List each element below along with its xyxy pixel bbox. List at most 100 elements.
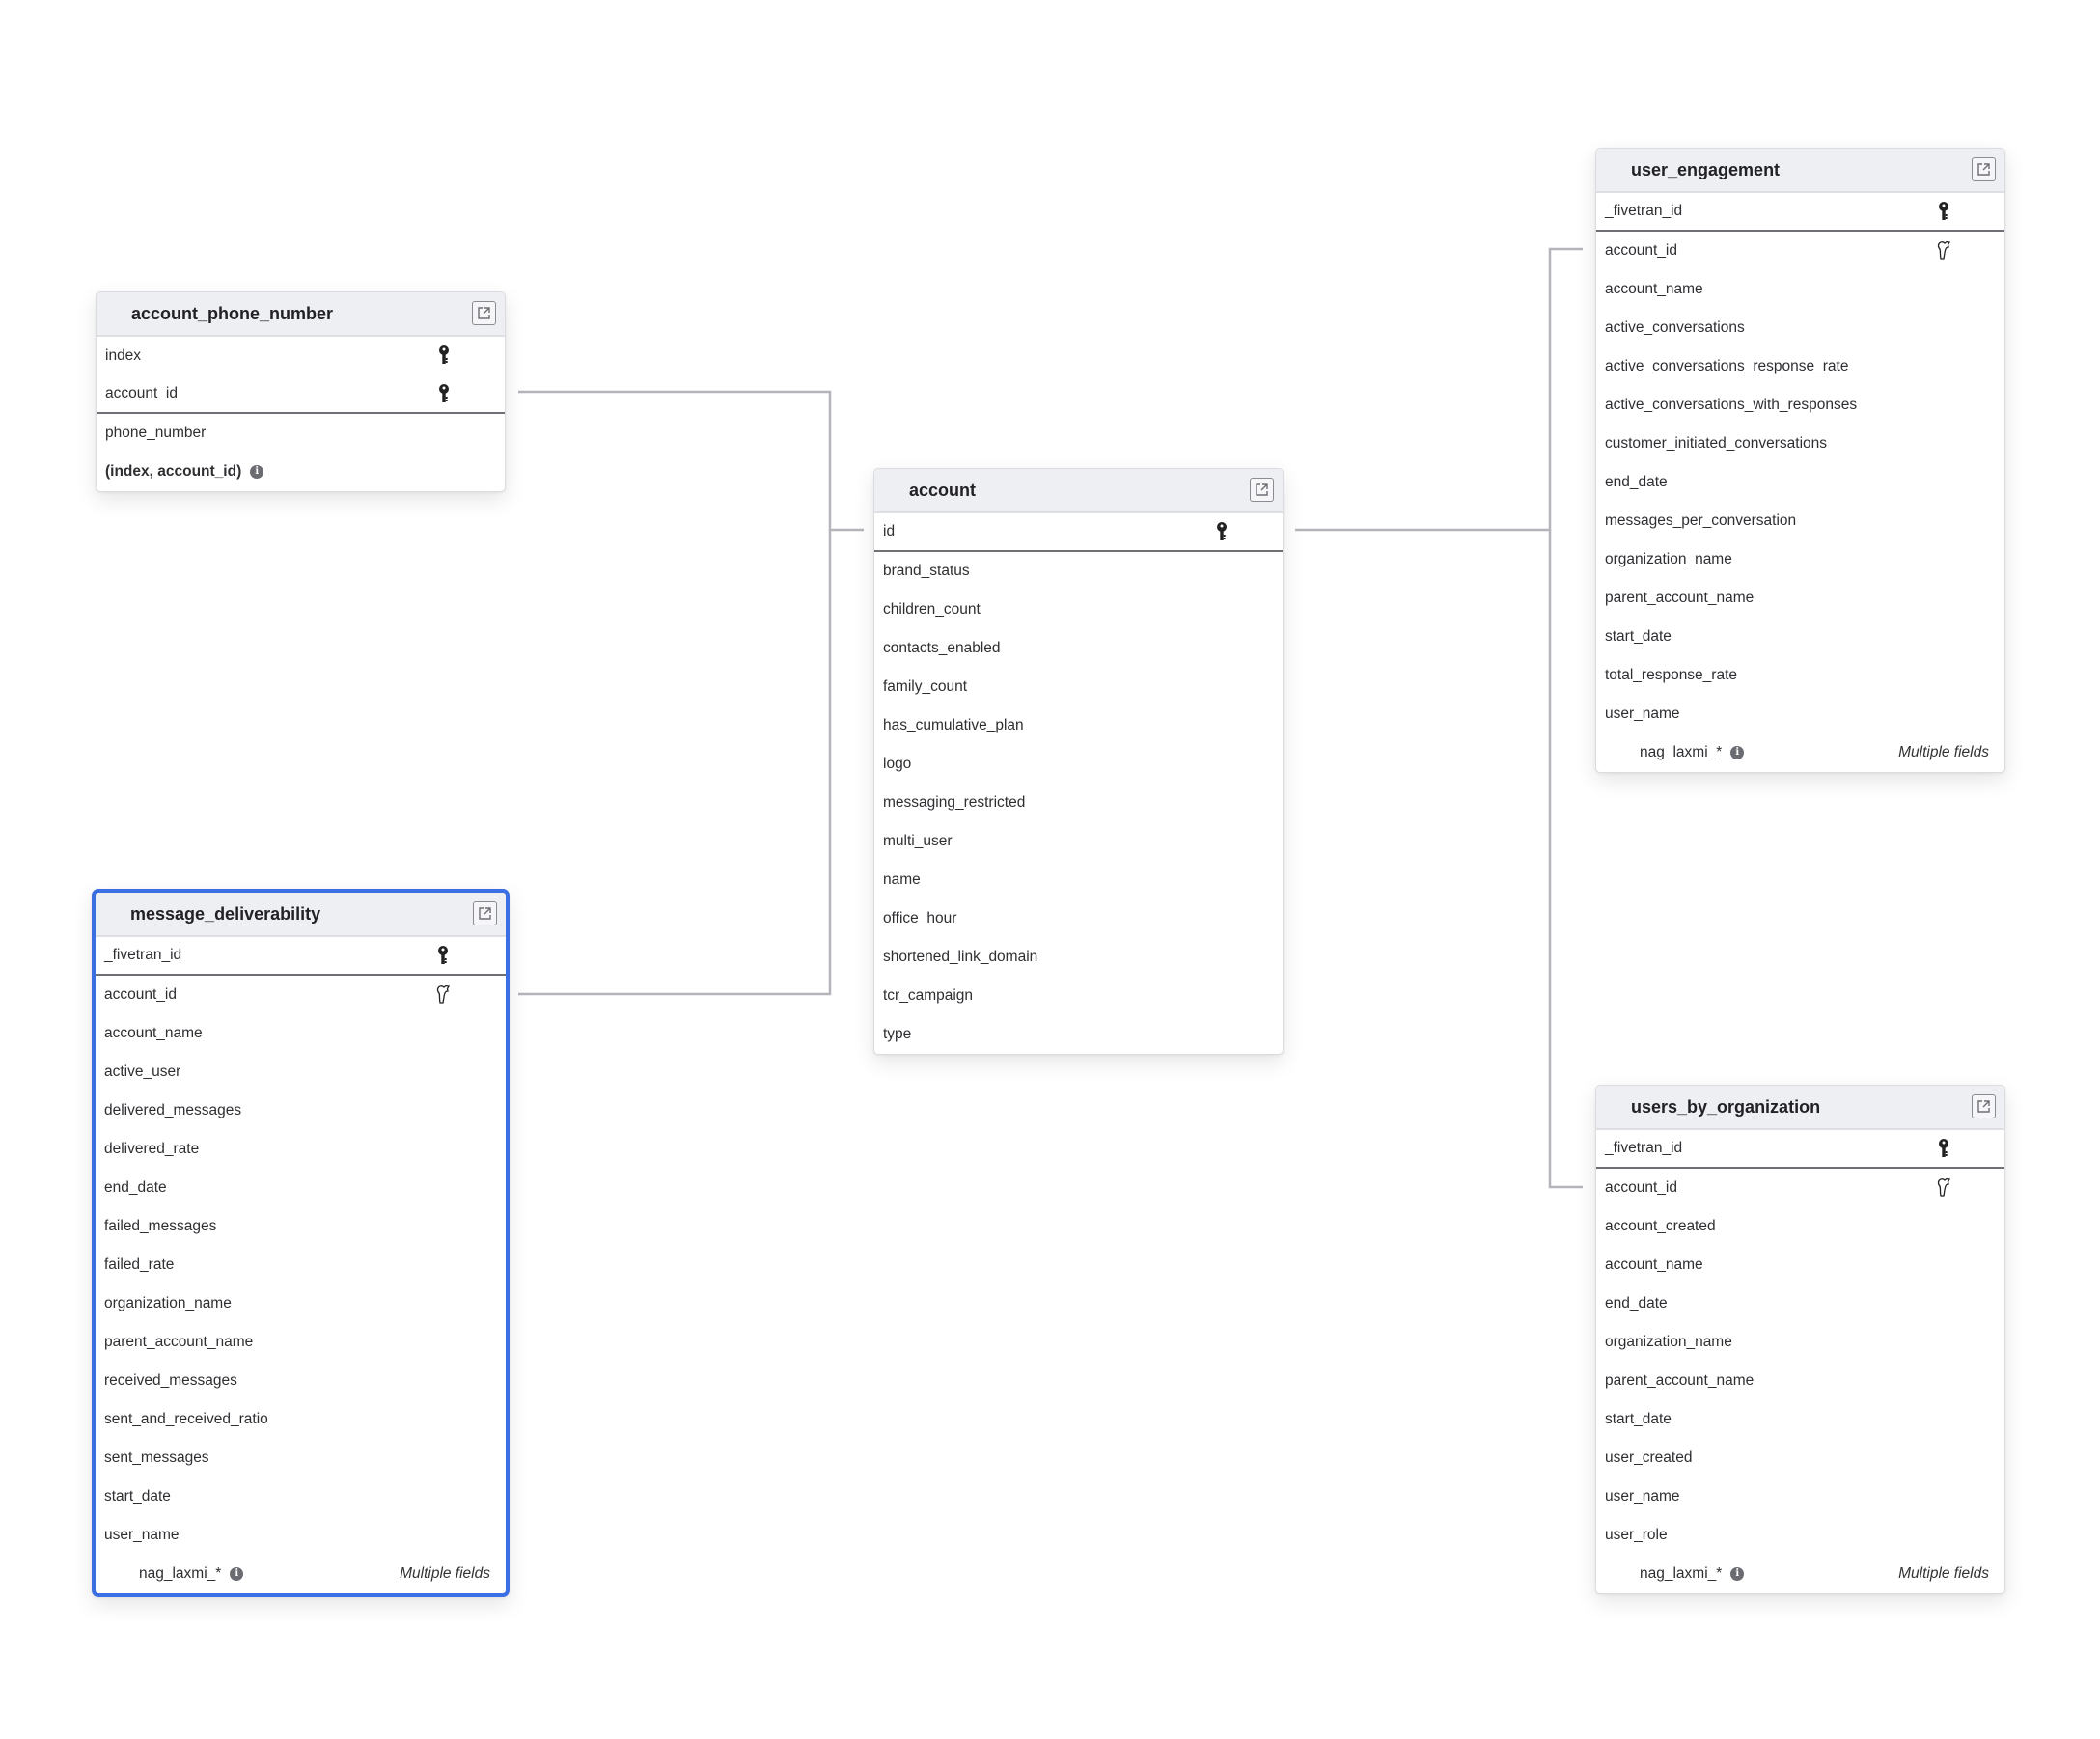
- field-row[interactable]: id: [874, 513, 1283, 552]
- field-row[interactable]: customer_initiated_conversations: [1596, 425, 2004, 463]
- field-row[interactable]: start_date: [1596, 1400, 2004, 1439]
- field-row[interactable]: received_messages: [96, 1362, 506, 1400]
- table-header[interactable]: account: [874, 469, 1283, 513]
- field-row[interactable]: type: [874, 1015, 1283, 1054]
- field-row[interactable]: parent_account_name: [96, 1323, 506, 1362]
- field-row[interactable]: organization_name: [96, 1284, 506, 1323]
- field-row[interactable]: start_date: [1596, 618, 2004, 656]
- field-row[interactable]: sent_and_received_ratio: [96, 1400, 506, 1439]
- field-row[interactable]: children_count: [874, 591, 1283, 629]
- field-row[interactable]: sent_messages: [96, 1439, 506, 1477]
- field-name: active_conversations_response_rate: [1605, 358, 1849, 374]
- field-row[interactable]: active_user: [96, 1053, 506, 1091]
- multiple-fields-row[interactable]: nag_laxmi_* i Multiple fields: [96, 1555, 506, 1593]
- field-row[interactable]: messages_per_conversation: [1596, 502, 2004, 540]
- field-row[interactable]: account_id: [1596, 232, 2004, 270]
- field-row[interactable]: phone_number: [97, 414, 505, 453]
- open-table-button[interactable]: [473, 901, 497, 925]
- field-row[interactable]: user_name: [1596, 695, 2004, 733]
- field-name: _fivetran_id: [104, 947, 182, 963]
- field-row[interactable]: has_cumulative_plan: [874, 706, 1283, 745]
- field-row[interactable]: user_name: [96, 1516, 506, 1555]
- field-name: logo: [883, 756, 912, 772]
- field-row[interactable]: tcr_campaign: [874, 977, 1283, 1015]
- table-header[interactable]: users_by_organization: [1596, 1086, 2004, 1130]
- field-name: parent_account_name: [1605, 1372, 1755, 1389]
- table-card-users-by-organization[interactable]: users_by_organization _fivetran_id accoun…: [1595, 1085, 2005, 1594]
- field-name: tcr_campaign: [883, 987, 974, 1004]
- field-row[interactable]: user_name: [1596, 1477, 2004, 1516]
- field-name: account_created: [1605, 1218, 1716, 1234]
- field-row[interactable]: office_hour: [874, 899, 1283, 938]
- field-row[interactable]: start_date: [96, 1477, 506, 1516]
- field-row[interactable]: active_conversations_response_rate: [1596, 347, 2004, 386]
- field-row[interactable]: account_name: [96, 1014, 506, 1053]
- field-row[interactable]: shortened_link_domain: [874, 938, 1283, 977]
- field-name: end_date: [1605, 474, 1668, 490]
- table-card-message-deliverability[interactable]: message_deliverability _fivetran_idaccou…: [92, 889, 510, 1597]
- field-row[interactable]: parent_account_name: [1596, 1362, 2004, 1400]
- field-row[interactable]: failed_messages: [96, 1207, 506, 1246]
- field-name: account_id: [105, 385, 178, 401]
- field-row[interactable]: failed_rate: [96, 1246, 506, 1284]
- field-row[interactable]: _fivetran_id: [1596, 193, 2004, 232]
- field-row[interactable]: account_id: [97, 375, 505, 414]
- field-row[interactable]: account_id: [96, 976, 506, 1014]
- field-row[interactable]: index: [97, 337, 505, 375]
- field-row[interactable]: delivered_messages: [96, 1091, 506, 1130]
- info-icon[interactable]: i: [1730, 746, 1745, 759]
- table-card-account[interactable]: account id brand_status children_count cont…: [873, 468, 1284, 1055]
- field-row[interactable]: account_name: [1596, 1246, 2004, 1284]
- external-link-icon: [1256, 483, 1268, 496]
- field-row[interactable]: end_date: [1596, 1284, 2004, 1323]
- field-name: sent_and_received_ratio: [104, 1411, 268, 1427]
- field-row[interactable]: delivered_rate: [96, 1130, 506, 1169]
- field-row[interactable]: _fivetran_id: [96, 937, 506, 976]
- multiple-fields-row[interactable]: nag_laxmi_* i Multiple fields: [1596, 1555, 2004, 1593]
- field-row[interactable]: parent_account_name: [1596, 579, 2004, 618]
- field-row[interactable]: logo: [874, 745, 1283, 784]
- field-row[interactable]: account_id: [1596, 1169, 2004, 1207]
- field-name: start_date: [1605, 1411, 1672, 1427]
- field-row[interactable]: brand_status: [874, 552, 1283, 591]
- field-row[interactable]: multi_user: [874, 822, 1283, 861]
- external-link-icon: [1977, 1100, 1990, 1113]
- field-row[interactable]: user_role: [1596, 1516, 2004, 1555]
- table-header[interactable]: account_phone_number: [97, 292, 505, 337]
- field-row[interactable]: family_count: [874, 668, 1283, 706]
- multiple-fields-label: Multiple fields: [1898, 744, 1989, 760]
- open-table-button[interactable]: [1972, 1094, 1996, 1118]
- table-header[interactable]: user_engagement: [1596, 149, 2004, 193]
- multiple-fields-row[interactable]: nag_laxmi_* i Multiple fields: [1596, 733, 2004, 772]
- field-row[interactable]: organization_name: [1596, 1323, 2004, 1362]
- open-table-button[interactable]: [1972, 157, 1996, 181]
- table-title: user_engagement: [1631, 159, 1781, 179]
- field-row[interactable]: account_created: [1596, 1207, 2004, 1246]
- field-row[interactable]: active_conversations: [1596, 309, 2004, 347]
- info-icon[interactable]: i: [1730, 1567, 1745, 1581]
- field-row[interactable]: organization_name: [1596, 540, 2004, 579]
- field-name: account_name: [104, 1025, 203, 1041]
- info-icon[interactable]: i: [230, 1567, 244, 1581]
- table-header[interactable]: message_deliverability: [96, 893, 506, 937]
- table-card-account-phone-number[interactable]: account_phone_number index account_id ph…: [96, 291, 506, 492]
- field-row[interactable]: end_date: [1596, 463, 2004, 502]
- field-row[interactable]: end_date: [96, 1169, 506, 1207]
- composite-key-row[interactable]: (index, account_id) i: [97, 453, 505, 491]
- field-row[interactable]: user_created: [1596, 1439, 2004, 1477]
- open-table-button[interactable]: [472, 301, 496, 325]
- field-name: failed_rate: [104, 1256, 175, 1273]
- field-name: account_id: [1605, 242, 1677, 259]
- field-row[interactable]: messaging_restricted: [874, 784, 1283, 822]
- field-row[interactable]: active_conversations_with_responses: [1596, 386, 2004, 425]
- table-card-user-engagement[interactable]: user_engagement _fivetran_id account_idac…: [1595, 148, 2005, 773]
- field-row[interactable]: _fivetran_id: [1596, 1130, 2004, 1169]
- open-table-button[interactable]: [1250, 478, 1274, 502]
- field-row[interactable]: contacts_enabled: [874, 629, 1283, 668]
- field-name: account_name: [1605, 1256, 1703, 1273]
- field-row[interactable]: account_name: [1596, 270, 2004, 309]
- primary-key-icon: [1217, 522, 1227, 540]
- field-row[interactable]: total_response_rate: [1596, 656, 2004, 695]
- info-icon[interactable]: i: [250, 465, 264, 479]
- field-row[interactable]: name: [874, 861, 1283, 899]
